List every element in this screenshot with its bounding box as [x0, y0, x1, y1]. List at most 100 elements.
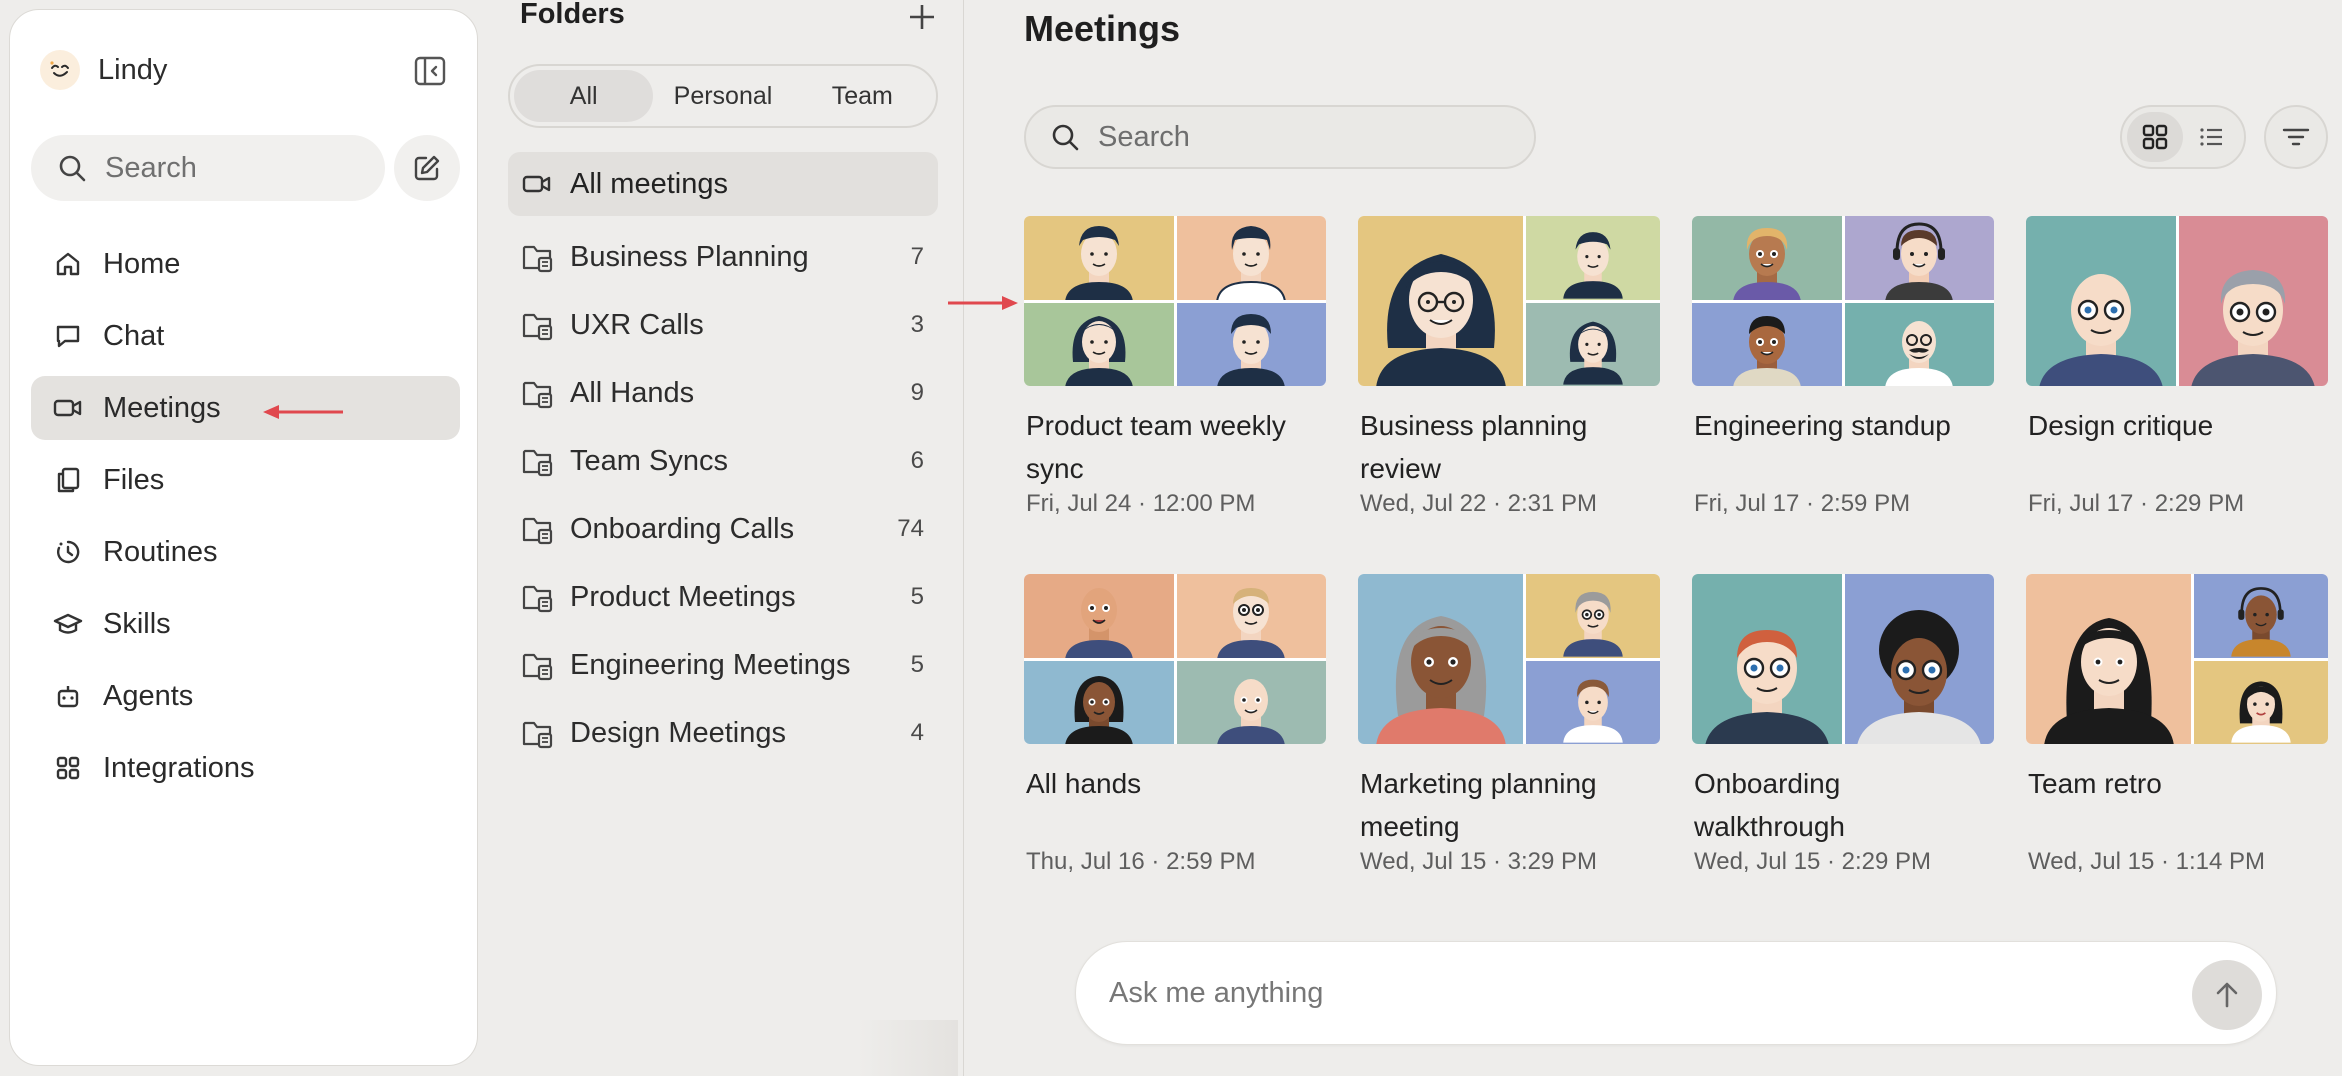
meeting-card[interactable]: All hands Thu, Jul 16 · 2:59 PM	[1024, 574, 1326, 876]
collapse-sidebar-icon[interactable]	[413, 54, 447, 88]
sidebar-item-files[interactable]: Files	[31, 448, 460, 512]
folder-count: 6	[910, 447, 924, 474]
folder-name: Business Planning	[570, 240, 809, 273]
participant-avatar	[1692, 216, 1842, 300]
participant-avatar	[1024, 216, 1174, 300]
meeting-date: Wed, Jul 22 · 2:31 PM	[1360, 490, 1597, 517]
folder-icon	[522, 313, 553, 341]
folder-name: Onboarding Calls	[570, 512, 795, 545]
sidebar-item-home[interactable]: Home	[31, 232, 460, 296]
folder-icon	[522, 245, 553, 273]
tab-all[interactable]: All	[514, 70, 654, 122]
sidebar-item-routines[interactable]: Routines	[31, 520, 460, 584]
participant-avatar	[1526, 574, 1660, 658]
sidebar-item-skills[interactable]: Skills	[31, 592, 460, 656]
folder-item-all-hands[interactable]: All Hands 9	[508, 359, 938, 427]
view-toggle	[2120, 105, 2246, 169]
folder-count: 7	[910, 243, 924, 270]
meeting-thumbnail	[2026, 574, 2328, 744]
meeting-title: Product team weekly sync	[1026, 410, 1286, 484]
folder-count: 5	[910, 583, 924, 610]
participant-avatar	[2178, 216, 2328, 386]
meeting-card[interactable]: Product team weekly sync Fri, Jul 24 · 1…	[1024, 216, 1326, 518]
folders-title: Folders	[520, 0, 625, 30]
folder-item-product-meetings[interactable]: Product Meetings 5	[508, 563, 938, 631]
arrow-up-icon	[2216, 982, 2238, 1008]
participant-avatar	[2026, 216, 2176, 386]
meeting-title: Marketing planning meeting	[1360, 768, 1597, 842]
meeting-thumbnail	[1692, 574, 1994, 744]
folder-icon	[522, 585, 553, 613]
sidebar-item-integrations[interactable]: Integrations	[31, 736, 460, 800]
participant-avatar	[2194, 574, 2328, 658]
folder-name: Product Meetings	[570, 580, 796, 613]
sidebar-item-agents[interactable]: Agents	[31, 664, 460, 728]
folder-filter-tabs: All Personal Team	[508, 64, 938, 128]
participant-avatar	[1844, 216, 1994, 300]
folder-name: Design Meetings	[570, 716, 786, 749]
search-icon	[59, 155, 86, 182]
lindy-logo-icon	[40, 50, 80, 90]
meeting-title: Team retro	[2028, 768, 2162, 799]
folder-count: 74	[897, 515, 924, 542]
meetings-search-input[interactable]: Search	[1024, 105, 1536, 169]
grid-view-button[interactable]	[2127, 112, 2183, 162]
meeting-card[interactable]: Design critique Fri, Jul 17 · 2:29 PM	[2026, 216, 2328, 518]
list-view-button[interactable]	[2183, 112, 2239, 162]
all-meetings-item[interactable]: All meetings	[508, 152, 938, 216]
compose-icon	[414, 155, 440, 181]
participant-avatar	[1692, 574, 1842, 744]
meeting-title: Onboarding walkthrough	[1694, 768, 1845, 842]
meeting-date: Wed, Jul 15 · 2:29 PM	[1694, 848, 1931, 875]
folder-item-business-planning[interactable]: Business Planning 7	[508, 223, 938, 291]
folders-panel: Folders All Personal Team All meetings B…	[478, 0, 964, 1076]
brand[interactable]: Lindy	[40, 50, 167, 90]
participant-avatar	[1526, 660, 1660, 744]
folder-count: 3	[910, 311, 924, 338]
meeting-card[interactable]: Engineering standup Fri, Jul 17 · 2:59 P…	[1692, 216, 1994, 518]
folder-count: 9	[910, 379, 924, 406]
meeting-date: Thu, Jul 16 · 2:59 PM	[1026, 848, 1256, 875]
sidebar-search-input[interactable]: Search	[31, 135, 385, 201]
folder-icon	[522, 381, 553, 409]
scroll-shade	[858, 1020, 958, 1076]
meeting-thumbnail	[1358, 216, 1660, 386]
page-title: Meetings	[1024, 8, 1181, 49]
integrations-icon	[53, 753, 83, 783]
meeting-thumbnail	[1358, 574, 1660, 744]
meeting-card[interactable]: Business planning review Wed, Jul 22 · 2…	[1358, 216, 1660, 518]
folder-item-design-meetings[interactable]: Design Meetings 4	[508, 699, 938, 767]
tab-personal[interactable]: Personal	[653, 70, 792, 122]
folder-item-onboarding-calls[interactable]: Onboarding Calls 74	[508, 495, 938, 563]
meeting-card[interactable]: Onboarding walkthrough Wed, Jul 15 · 2:2…	[1692, 574, 1994, 876]
folder-name: Engineering Meetings	[570, 648, 851, 681]
folder-list: Business Planning 7 UXR Calls 3 All Hand…	[508, 223, 938, 767]
add-folder-icon[interactable]	[905, 0, 939, 34]
video-icon	[522, 175, 551, 193]
tab-team[interactable]: Team	[793, 70, 932, 122]
folder-item-engineering-meetings[interactable]: Engineering Meetings 5	[508, 631, 938, 699]
all-meetings-label: All meetings	[570, 167, 728, 200]
annotation-arrow-icon	[948, 296, 1018, 310]
folder-count: 5	[910, 651, 924, 678]
participant-avatar	[1024, 302, 1174, 386]
participant-avatar	[1526, 216, 1660, 300]
filter-button[interactable]	[2264, 105, 2328, 169]
sidebar-item-chat[interactable]: Chat	[31, 304, 460, 368]
folder-item-team-syncs[interactable]: Team Syncs 6	[508, 427, 938, 495]
sidebar-item-label: Routines	[103, 535, 218, 568]
ask-input[interactable]: Ask me anything	[1075, 941, 2277, 1045]
home-icon	[53, 249, 83, 279]
meeting-card[interactable]: Marketing planning meeting Wed, Jul 15 ·…	[1358, 574, 1660, 876]
compose-button[interactable]	[394, 135, 460, 201]
folder-icon	[522, 653, 553, 681]
folder-item-uxr-calls[interactable]: UXR Calls 3	[508, 291, 938, 359]
participant-avatar	[2026, 574, 2191, 744]
meeting-card[interactable]: Team retro Wed, Jul 15 · 1:14 PM	[2026, 574, 2328, 876]
send-button[interactable]	[2192, 960, 2262, 1030]
meeting-thumbnail	[2026, 216, 2328, 386]
list-icon	[2200, 128, 2222, 146]
sidebar-item-meetings[interactable]: Meetings	[31, 376, 460, 440]
grid-icon	[2142, 124, 2168, 150]
meeting-title: All hands	[1026, 768, 1142, 799]
